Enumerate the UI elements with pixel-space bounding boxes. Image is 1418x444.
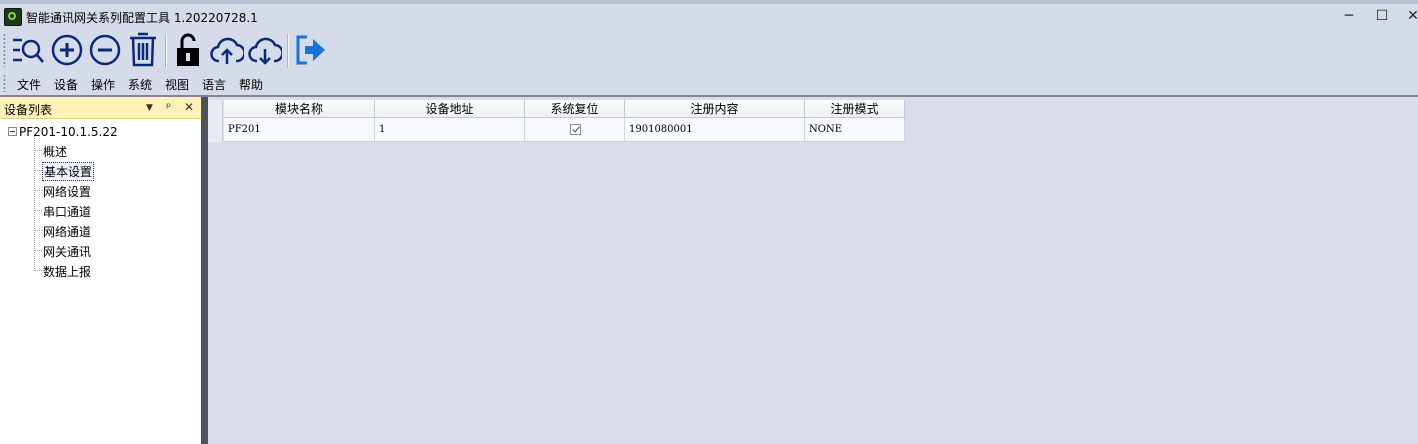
device-list-title: 设备列表: [4, 103, 53, 117]
device-list-panel: 设备列表 ▼ ᵖ ✕ PF201-10.1.5.22 概述 基本设置 网络设置 …: [0, 97, 201, 444]
tree-node-label: 网关通讯: [43, 245, 92, 259]
cloud-upload-icon: [210, 37, 244, 64]
delete-button[interactable]: [126, 31, 160, 69]
tree-node-label: 网络通道: [43, 225, 92, 239]
column-header-register-mode[interactable]: 注册模式: [805, 100, 905, 118]
column-header-module-name[interactable]: 模块名称: [224, 100, 375, 118]
search-list-icon: [13, 38, 44, 63]
column-header-device-address[interactable]: 设备地址: [375, 100, 525, 118]
menu-operation[interactable]: 操作: [91, 76, 115, 93]
row-header[interactable]: [208, 118, 223, 142]
add-icon: [51, 34, 83, 66]
app-icon: [4, 8, 22, 26]
tree-root[interactable]: PF201-10.1.5.22: [8, 125, 118, 139]
menu-grip[interactable]: [3, 74, 6, 92]
cell-system-reset: [525, 118, 625, 142]
cloud-download-button[interactable]: [248, 31, 282, 69]
minimize-button[interactable]: ─: [1336, 5, 1362, 27]
title-bar: 智能通讯网关系列配置工具 1.20220728.1 ─ ☐ ✕: [0, 0, 1418, 31]
add-button[interactable]: [50, 31, 84, 69]
cell-register-mode[interactable]: NONE: [805, 118, 905, 142]
column-header-system-reset[interactable]: 系统复位: [525, 100, 625, 118]
collapse-icon[interactable]: [8, 127, 17, 136]
close-panel-icon[interactable]: ✕: [184, 100, 194, 114]
menu-bar: 文件 设备 操作 系统 视图 语言 帮助: [0, 71, 1418, 95]
dropdown-icon[interactable]: ▼: [146, 103, 153, 113]
column-header-register-content[interactable]: 注册内容: [625, 100, 805, 118]
panel-splitter[interactable]: [201, 97, 208, 444]
device-list-header: 设备列表 ▼ ᵖ ✕: [0, 97, 201, 119]
tree-node-label: 基本设置: [42, 162, 95, 181]
unlock-button[interactable]: [172, 31, 206, 69]
tree-node-label: 网络设置: [43, 185, 92, 199]
tree-node-label: 数据上报: [43, 265, 92, 279]
menu-file[interactable]: 文件: [17, 76, 41, 93]
remove-button[interactable]: [88, 31, 122, 69]
cell-device-address[interactable]: 1: [375, 118, 525, 142]
top-strip: [0, 0, 1418, 4]
tree-node-label: 概述: [43, 145, 68, 159]
pin-icon[interactable]: ᵖ: [166, 100, 171, 114]
cell-module-name[interactable]: PF201: [224, 118, 375, 142]
toolbar: [0, 31, 1418, 71]
unlock-icon: [177, 33, 199, 66]
menu-language[interactable]: 语言: [202, 76, 226, 93]
delete-icon: [130, 32, 156, 67]
system-reset-checkbox[interactable]: [570, 124, 581, 135]
menu-system[interactable]: 系统: [128, 76, 152, 93]
maximize-button[interactable]: ☐: [1369, 5, 1395, 27]
toolbar-grip[interactable]: [3, 33, 6, 67]
menu-view[interactable]: 视图: [165, 76, 189, 93]
grid-corner: [208, 100, 223, 118]
settings-grid: 模块名称 设备地址 系统复位 注册内容 注册模式 PF201 1 1901080…: [208, 97, 1418, 444]
window-title: 智能通讯网关系列配置工具 1.20220728.1: [26, 11, 258, 25]
cloud-download-icon: [248, 37, 282, 65]
menu-help[interactable]: 帮助: [239, 76, 263, 93]
menu-device[interactable]: 设备: [54, 76, 78, 93]
cell-register-content[interactable]: 1901080001: [625, 118, 805, 142]
exit-icon: [296, 35, 325, 65]
tree-node-label: 串口通道: [43, 205, 92, 219]
search-list-button[interactable]: [11, 31, 45, 69]
exit-button[interactable]: [294, 31, 328, 69]
remove-icon: [89, 34, 121, 66]
toolbar-separator: [165, 34, 167, 68]
close-button[interactable]: ✕: [1400, 5, 1418, 27]
cloud-upload-button[interactable]: [210, 31, 244, 69]
toolbar-separator: [287, 34, 289, 68]
